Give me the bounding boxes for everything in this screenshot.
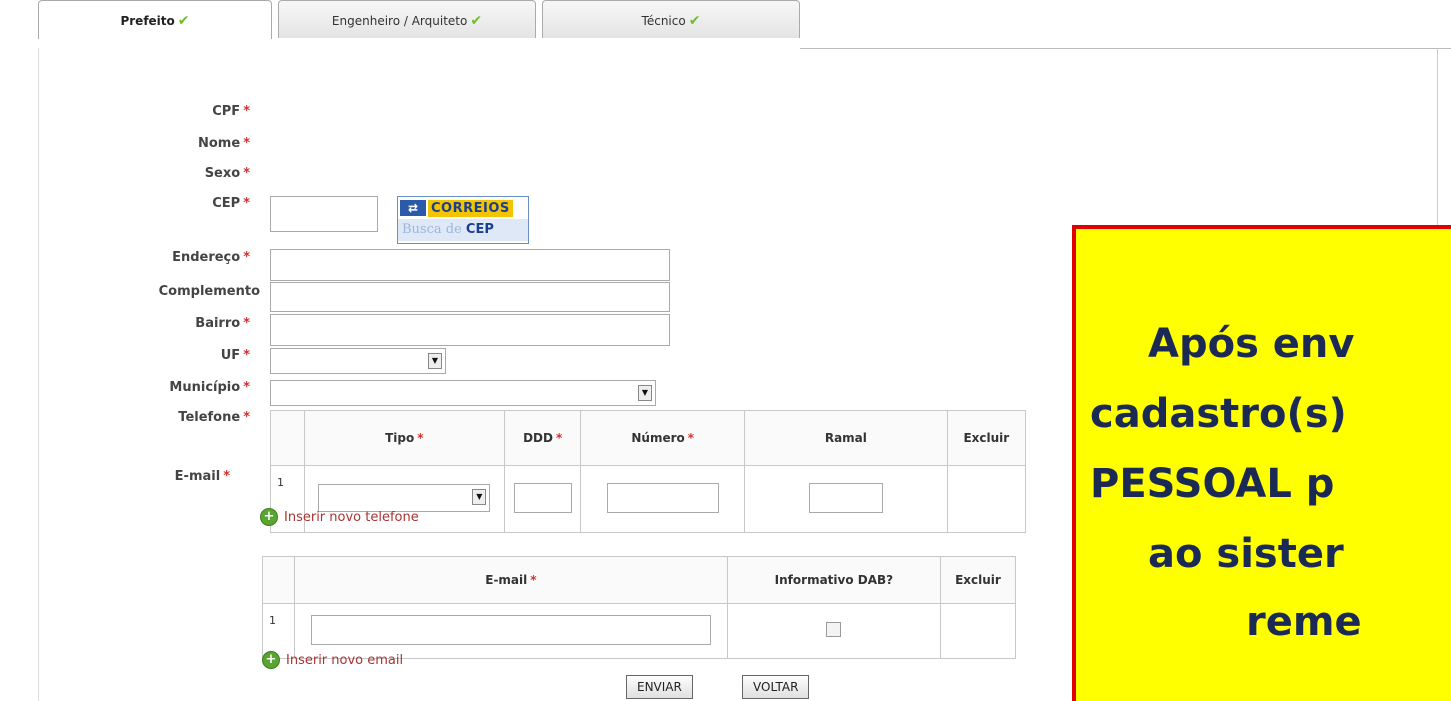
endereco-input[interactable] bbox=[270, 249, 670, 281]
col-numero: Número * bbox=[580, 410, 746, 466]
ramal-input[interactable] bbox=[808, 482, 883, 513]
label-municipio: Município * bbox=[169, 380, 250, 395]
chevron-down-icon: ▼ bbox=[638, 385, 652, 401]
label-sexo: Sexo * bbox=[204, 166, 250, 181]
col-email: E-mail * bbox=[293, 556, 728, 604]
label-telefone: Telefone * bbox=[178, 410, 250, 425]
bairro-input[interactable] bbox=[270, 314, 670, 346]
label-cpf: CPF * bbox=[212, 104, 250, 119]
col-ramal: Ramal bbox=[744, 410, 948, 466]
label-uf: UF * bbox=[220, 348, 250, 363]
informativo-dab-checkbox[interactable] bbox=[826, 622, 842, 637]
col-ddd: DDD * bbox=[504, 410, 582, 466]
voltar-button[interactable]: VOLTAR bbox=[742, 675, 810, 699]
instruction-callout: Após env cadastro(s) PESSOAL p ao sister… bbox=[1072, 225, 1451, 701]
callout-line: Após env bbox=[1148, 321, 1355, 367]
chevron-down-icon: ▼ bbox=[428, 353, 442, 369]
correios-logo-icon: ⇄ bbox=[400, 200, 426, 216]
col-rownum bbox=[262, 556, 295, 604]
inserir-telefone-label: Inserir novo telefone bbox=[284, 509, 419, 525]
label-endereco: Endereço * bbox=[172, 250, 250, 265]
busca-cep-label: Busca de CEP bbox=[398, 219, 528, 241]
col-excluir: Excluir bbox=[946, 410, 1027, 466]
inserir-telefone-link[interactable]: + Inserir novo telefone bbox=[260, 508, 419, 526]
label-email: E-mail * bbox=[174, 469, 230, 484]
col-excluir: Excluir bbox=[939, 556, 1017, 604]
label-nome: Nome * bbox=[198, 136, 250, 151]
check-icon: ✔ bbox=[470, 13, 483, 29]
tab-tecnico[interactable]: Técnico ✔ bbox=[542, 0, 800, 38]
inserir-email-link[interactable]: + Inserir novo email bbox=[262, 651, 403, 669]
tab-engenheiro-arquiteto[interactable]: Engenheiro / Arquiteto ✔ bbox=[278, 0, 536, 38]
callout-line: cadastro(s) bbox=[1090, 391, 1347, 437]
excluir-cell[interactable] bbox=[946, 465, 1027, 533]
col-rownum bbox=[270, 410, 305, 466]
cep-input[interactable] bbox=[270, 196, 378, 232]
label-complemento: Complemento bbox=[158, 284, 260, 299]
ddd-input[interactable] bbox=[513, 482, 572, 513]
enviar-button[interactable]: ENVIAR bbox=[626, 675, 693, 699]
tab-label: Engenheiro / Arquiteto bbox=[331, 14, 468, 28]
col-informativo: Informativo DAB? bbox=[726, 556, 941, 604]
excluir-cell[interactable] bbox=[939, 603, 1017, 659]
tab-prefeito[interactable]: Prefeito ✔ bbox=[38, 0, 272, 39]
callout-line: reme bbox=[1246, 599, 1362, 645]
col-tipo: Tipo * bbox=[303, 410, 506, 466]
tab-label: Prefeito bbox=[120, 14, 175, 28]
inserir-email-label: Inserir novo email bbox=[286, 652, 404, 668]
email-table: E-mail * Informativo DAB? Excluir 1 bbox=[262, 556, 1017, 659]
chevron-down-icon: ▼ bbox=[472, 488, 487, 505]
add-circle-icon: + bbox=[262, 651, 280, 669]
correios-brand: CORREIOS bbox=[428, 199, 513, 217]
municipio-select[interactable]: ▼ bbox=[270, 380, 656, 406]
callout-line: ao sister bbox=[1148, 531, 1344, 577]
tabs-divider bbox=[800, 48, 1451, 49]
check-icon: ✔ bbox=[177, 13, 190, 29]
email-input[interactable] bbox=[310, 614, 711, 645]
correios-busca-cep-button[interactable]: ⇄ CORREIOS Busca de CEP bbox=[397, 196, 529, 244]
numero-input[interactable] bbox=[606, 482, 719, 513]
callout-line: PESSOAL p bbox=[1090, 461, 1335, 507]
tab-label: Técnico bbox=[641, 14, 686, 28]
check-icon: ✔ bbox=[688, 13, 701, 29]
complemento-input[interactable] bbox=[270, 282, 670, 312]
label-cep: CEP * bbox=[212, 196, 250, 211]
label-bairro: Bairro * bbox=[195, 316, 250, 331]
uf-select[interactable]: ▼ bbox=[270, 348, 446, 374]
add-circle-icon: + bbox=[260, 508, 278, 526]
